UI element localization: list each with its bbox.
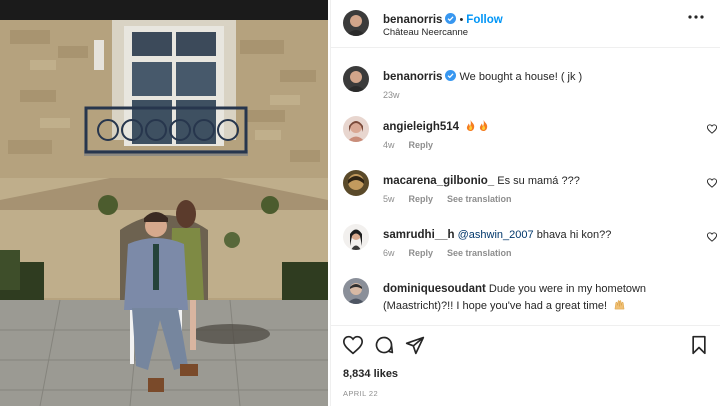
post-date[interactable]: APRIL 22 — [343, 389, 378, 398]
comment-text-row: dominiquesoudant Dude you were in my hom… — [383, 281, 693, 315]
post-image — [0, 0, 328, 406]
fire-emoji-icon — [480, 120, 488, 131]
verified-badge-icon — [445, 13, 457, 24]
comment-like-icon[interactable] — [707, 124, 717, 134]
comment-icon[interactable] — [374, 335, 394, 355]
comment-mention-link[interactable]: @ashwin_2007 — [458, 229, 534, 241]
comment-text-row: macarena_gilbonio_ Es su mamá ??? — [383, 173, 693, 190]
comment-text: Es su mamá ??? — [497, 175, 580, 187]
comment-username[interactable]: angieleigh514 — [383, 121, 459, 133]
comment-username[interactable]: dominiquesoudant — [383, 283, 486, 295]
author-username[interactable]: benanorris — [383, 14, 442, 26]
heart-icon[interactable] — [343, 335, 363, 355]
reply-button[interactable]: Reply — [409, 248, 434, 258]
comment-meta: 5w Reply See translation — [383, 194, 526, 204]
comment-username[interactable]: samrudhi__h — [383, 229, 455, 241]
comments-list[interactable]: benanorris We bought a house! ( jk ) 23w… — [331, 50, 720, 320]
comment-username[interactable]: macarena_gilbonio_ — [383, 175, 494, 187]
post-location[interactable]: Château Neercanne — [383, 27, 468, 38]
commenter-avatar[interactable] — [343, 278, 369, 304]
caption-text-row: benanorris We bought a house! ( jk ) — [383, 69, 693, 86]
comment-text-row: angieleigh514 — [383, 119, 693, 136]
like-count[interactable]: 8,834 likes — [343, 368, 398, 380]
comment-row: macarena_gilbonio_ Es su mamá ??? 5w Repl… — [331, 170, 720, 210]
follow-button[interactable]: Follow — [466, 14, 502, 26]
post-sidebar: benanorris • Follow Château Neercanne bena… — [330, 0, 720, 406]
header-title-row: benanorris • Follow — [383, 10, 503, 28]
comment-like-icon[interactable] — [707, 232, 717, 242]
caption-age[interactable]: 23w — [383, 90, 400, 100]
commenter-avatar[interactable] — [343, 116, 369, 142]
comment-like-icon[interactable] — [707, 178, 717, 188]
see-translation-button[interactable]: See translation — [447, 248, 512, 258]
post-header: benanorris • Follow Château Neercanne — [331, 0, 720, 48]
comment-text-row: samrudhi__h @ashwin_2007 bhava hi kon?? — [383, 227, 693, 244]
post-action-bar — [331, 325, 720, 365]
comment-row: samrudhi__h @ashwin_2007 bhava hi kon?? … — [331, 224, 720, 264]
comment-meta: 6w Reply See translation — [383, 248, 526, 258]
caption-meta: 23w — [383, 90, 414, 100]
commenter-avatar[interactable] — [343, 224, 369, 250]
raised-hands-emoji-icon — [614, 300, 625, 310]
comment-meta: 4w Reply — [383, 140, 447, 150]
separator-dot: • — [459, 14, 464, 26]
comment-age[interactable]: 5w — [383, 194, 395, 204]
caption-avatar[interactable] — [343, 66, 369, 92]
post-caption: benanorris We bought a house! ( jk ) 23w — [331, 66, 720, 106]
comment-age[interactable]: 4w — [383, 140, 395, 150]
more-options-icon[interactable] — [687, 11, 705, 23]
post-photo[interactable] — [0, 0, 328, 406]
comment-row: dominiquesoudant Dude you were in my hom… — [331, 278, 720, 320]
caption-username[interactable]: benanorris — [383, 71, 442, 83]
share-icon[interactable] — [405, 335, 425, 355]
reply-button[interactable]: Reply — [409, 194, 434, 204]
bookmark-icon[interactable] — [689, 335, 709, 355]
fire-emoji-icon — [467, 120, 475, 131]
commenter-avatar[interactable] — [343, 170, 369, 196]
author-avatar[interactable] — [343, 10, 369, 36]
see-translation-button[interactable]: See translation — [447, 194, 512, 204]
comment-text: bhava hi kon?? — [536, 229, 612, 241]
comment-age[interactable]: 6w — [383, 248, 395, 258]
reply-button[interactable]: Reply — [409, 140, 434, 150]
caption-text: We bought a house! ( jk ) — [459, 71, 583, 83]
verified-badge-icon — [445, 70, 457, 81]
comment-row: angieleigh514 4w Reply — [331, 116, 720, 156]
